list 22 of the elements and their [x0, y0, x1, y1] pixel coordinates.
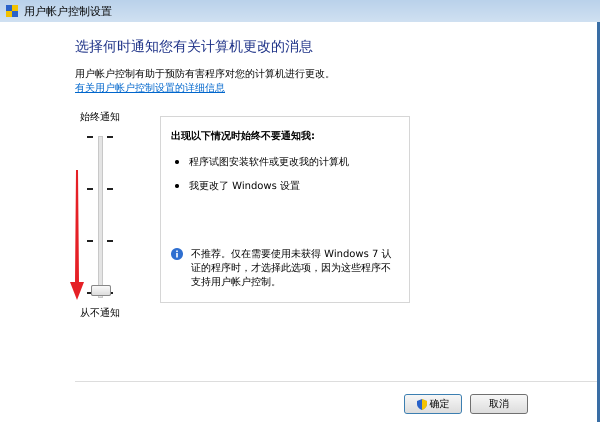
slider-bottom-label: 从不通知: [80, 306, 120, 320]
slider-thumb[interactable]: [91, 285, 111, 296]
ok-button[interactable]: 确定: [404, 394, 462, 414]
description: 用户帐户控制有助于预防有害程序对您的计算机进行更改。: [75, 68, 336, 82]
bullet-text: 我更改了 Windows 设置: [189, 180, 300, 193]
tick-mark: [87, 188, 93, 190]
cancel-button[interactable]: 取消: [470, 394, 528, 414]
bullet-icon: [175, 160, 179, 164]
window-title: 用户帐户控制设置: [24, 4, 112, 18]
tick-mark: [87, 136, 93, 138]
tick-mark: [107, 136, 113, 138]
bullet-text: 程序试图安装软件或更改我的计算机: [189, 156, 349, 169]
tick-mark: [107, 240, 113, 242]
help-link[interactable]: 有关用户帐户控制设置的详细信息: [75, 82, 225, 96]
heading: 选择何时通知您有关计算机更改的消息: [75, 38, 314, 56]
bullet-icon: [175, 184, 179, 188]
note-text: 不推荐。仅在需要使用未获得 Windows 7 认证的程序时，才选择此选项，因为这些程序不支持用户帐户控制。: [191, 248, 393, 290]
tick-mark: [87, 240, 93, 242]
info-icon: [171, 248, 183, 260]
slider-top-label: 始终通知: [80, 110, 120, 124]
tick-mark: [107, 188, 113, 190]
panel-title: 出现以下情况时始终不要通知我:: [171, 130, 316, 143]
